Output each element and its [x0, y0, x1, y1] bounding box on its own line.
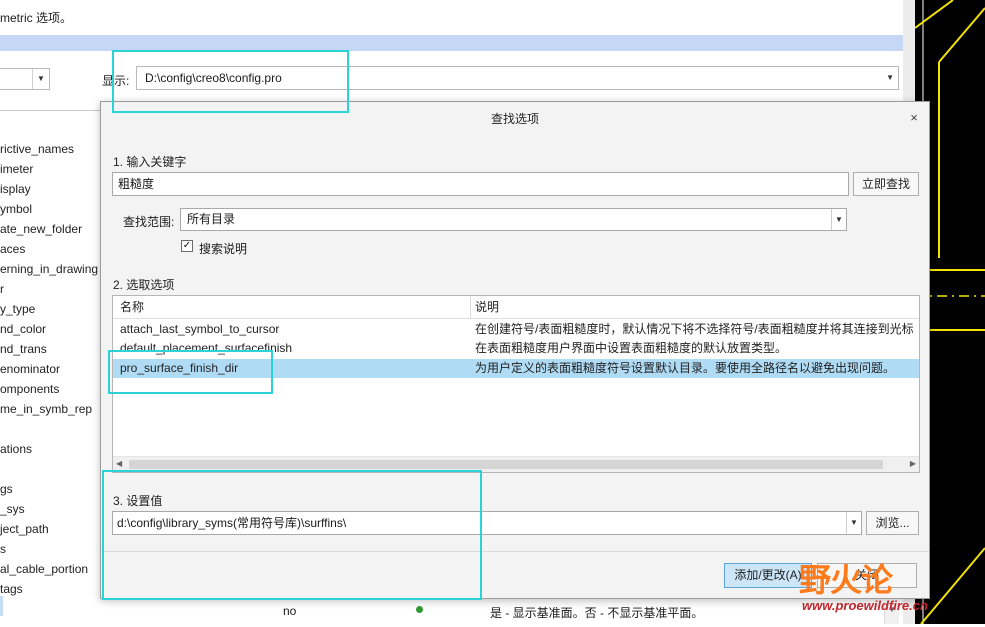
background-list-item[interactable]: ymbol — [0, 202, 32, 216]
background-list-item[interactable]: erning_in_drawing — [0, 262, 98, 276]
background-list-item[interactable]: ations — [0, 442, 32, 456]
background-list-item[interactable]: enominator — [0, 362, 60, 376]
background-list-item[interactable]: r — [0, 282, 4, 296]
background-list-item[interactable]: omponents — [0, 382, 59, 396]
keyword-input[interactable]: 粗糙度 — [112, 172, 849, 196]
background-list-item[interactable]: aces — [0, 242, 25, 256]
background-list-item[interactable]: ate_new_folder — [0, 222, 82, 236]
find-option-dialog: 查找选项 × 1. 输入关键字 粗糙度 立即查找 查找范围: 所有目录 ▼ ✓ … — [100, 101, 930, 599]
scroll-left-icon[interactable]: ◀ — [116, 459, 122, 468]
option-results-table: 名称 说明 attach_last_symbol_to_cursor 在创建符号… — [112, 295, 920, 473]
chevron-down-icon: ▼ — [886, 73, 894, 82]
table-row[interactable]: attach_last_symbol_to_cursor 在创建符号/表面粗糙度… — [113, 320, 919, 339]
scroll-right-icon[interactable]: ▶ — [910, 459, 916, 468]
background-description-text: metric 选项。 — [0, 11, 73, 25]
watermark-url: www.proewildfire.cn — [802, 598, 928, 613]
option-name: attach_last_symbol_to_cursor — [120, 322, 280, 336]
config-file-dropdown[interactable]: D:\config\creo8\config.pro ▼ — [136, 66, 899, 90]
option-description: 为用户定义的表面粗糙度符号设置默认目录。要使用全路径名以避免出现问题。 — [475, 361, 896, 375]
background-list-item[interactable]: nd_color — [0, 322, 46, 336]
cad-edge-line — [914, 0, 954, 29]
option-description: 在创建符号/表面粗糙度时，默认情况下将不选择符号/表面粗糙度并将其连接到光标 — [475, 322, 914, 336]
watermark-logo: 野火论 — [799, 562, 893, 598]
scope-label: 查找范围: — [123, 215, 175, 229]
step1-label: 1. 输入关键字 — [113, 155, 187, 169]
background-list-item[interactable]: s — [0, 542, 6, 556]
search-description-label: 搜索说明 — [199, 242, 248, 256]
background-list-item[interactable]: ject_path — [0, 522, 49, 536]
config-file-value: D:\config\creo8\config.pro — [145, 71, 282, 85]
background-row-value: no — [283, 604, 297, 618]
background-list-item[interactable]: nd_trans — [0, 342, 47, 356]
dialog-divider — [101, 551, 929, 552]
option-description: 在表面粗糙度用户界面中设置表面粗糙度的默认放置类型。 — [475, 341, 788, 355]
show-label: 显示: — [102, 74, 130, 88]
background-list-item[interactable]: gs — [0, 482, 13, 496]
dialog-title: 查找选项 — [490, 112, 539, 126]
background-list-item[interactable]: imeter — [0, 162, 33, 176]
chevron-down-icon: ▼ — [831, 209, 846, 230]
step3-label: 3. 设置值 — [113, 494, 163, 508]
background-list-item[interactable]: me_in_symb_rep — [0, 402, 92, 416]
background-list-item[interactable]: tags — [0, 582, 23, 596]
scope-value: 所有目录 — [187, 212, 236, 226]
column-header-name[interactable]: 名称 — [120, 296, 144, 318]
chevron-down-icon: ▼ — [32, 69, 49, 89]
background-selected-row-band — [0, 35, 903, 51]
background-list-item[interactable]: al_cable_portion — [0, 562, 88, 576]
option-name: default_placement_surfacefinish — [120, 341, 293, 355]
option-name: pro_surface_finish_dir — [120, 361, 239, 375]
background-list-selection-marker — [0, 596, 3, 616]
table-row-selected[interactable]: pro_surface_finish_dir 为用户定义的表面粗糙度符号设置默认… — [113, 359, 919, 378]
scrollbar-thumb[interactable] — [129, 460, 883, 469]
setting-value: d:\config\library_syms(常用符号库)\surffins\ — [117, 516, 347, 530]
table-row[interactable]: default_placement_surfacefinish 在表面粗糙度用户… — [113, 339, 919, 358]
scope-dropdown[interactable]: 所有目录 ▼ — [180, 208, 847, 231]
horizontal-scrollbar[interactable]: ◀ ▶ — [113, 456, 919, 472]
background-list-item[interactable]: y_type — [0, 302, 35, 316]
background-list-item[interactable]: isplay — [0, 182, 31, 196]
chevron-down-icon: ▼ — [846, 512, 861, 534]
background-list-item[interactable]: rictive_names — [0, 142, 74, 156]
browse-button[interactable]: 浏览... — [866, 511, 919, 535]
background-list-item[interactable]: _sys — [0, 502, 25, 516]
step2-label: 2. 选取选项 — [113, 278, 175, 292]
column-divider[interactable] — [470, 296, 471, 318]
status-ok-icon — [416, 606, 423, 613]
cad-edge-line — [938, 7, 985, 63]
setting-value-combobox[interactable]: d:\config\library_syms(常用符号库)\surffins\ … — [112, 511, 862, 535]
find-now-button[interactable]: 立即查找 — [853, 172, 919, 196]
background-row-description: 是 - 显示基准面。否 - 不显示基准平面。 — [490, 606, 704, 620]
cad-edge-line — [920, 547, 985, 625]
column-header-description[interactable]: 说明 — [475, 296, 499, 318]
background-filter-dropdown[interactable]: ▼ — [0, 68, 50, 90]
table-header: 名称 说明 — [113, 296, 919, 319]
search-description-checkbox[interactable]: ✓ — [181, 240, 193, 252]
close-icon[interactable]: × — [907, 111, 921, 125]
